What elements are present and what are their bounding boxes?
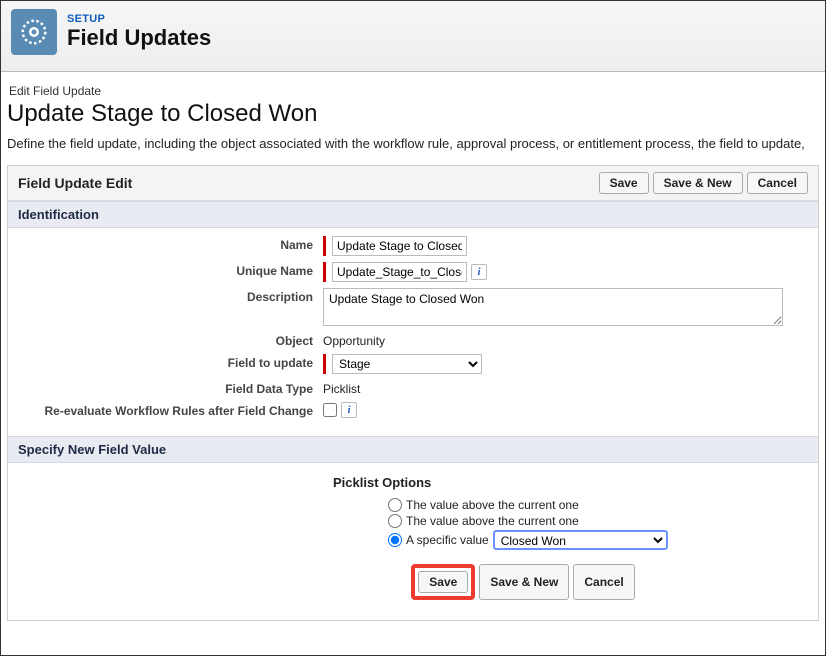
- gear-tile: [11, 9, 57, 55]
- radio-above-1-label: The value above the current one: [406, 498, 579, 512]
- row-reevaluate: Re-evaluate Workflow Rules after Field C…: [18, 402, 808, 418]
- required-bar: [323, 262, 326, 282]
- gear-icon: [19, 17, 49, 47]
- label-unique-name: Unique Name: [18, 262, 323, 278]
- setup-label: SETUP: [67, 13, 211, 25]
- row-unique-name: Unique Name i: [18, 262, 808, 282]
- save-new-button-bottom[interactable]: Save & New: [479, 564, 569, 600]
- info-icon[interactable]: i: [341, 402, 357, 418]
- page-body: Edit Field Update Update Stage to Closed…: [1, 72, 825, 627]
- info-icon[interactable]: i: [471, 264, 487, 280]
- radio-above-2-label: The value above the current one: [406, 514, 579, 528]
- save-new-button-top[interactable]: Save & New: [653, 172, 743, 194]
- header-title: Field Updates: [67, 25, 211, 51]
- row-field-data-type: Field Data Type Picklist: [18, 380, 808, 396]
- identification-form: Name Unique Name i Description: [8, 228, 818, 436]
- radio-above-2[interactable]: [388, 514, 402, 528]
- label-field-data-type: Field Data Type: [18, 380, 323, 396]
- section-specify: Specify New Field Value: [8, 436, 818, 463]
- bottom-button-row: Save Save & New Cancel: [238, 564, 808, 600]
- breadcrumb: Edit Field Update: [7, 84, 819, 98]
- radio-specific[interactable]: [388, 533, 402, 547]
- object-value: Opportunity: [323, 332, 385, 348]
- section-identification: Identification: [8, 201, 818, 228]
- radio-row-above1: The value above the current one: [388, 498, 808, 512]
- radio-above-1[interactable]: [388, 498, 402, 512]
- app-frame: SETUP Field Updates Edit Field Update Up…: [0, 0, 826, 656]
- row-name: Name: [18, 236, 808, 256]
- top-button-row: Save Save & New Cancel: [599, 172, 808, 194]
- cancel-button-top[interactable]: Cancel: [747, 172, 808, 194]
- specific-value-select[interactable]: Closed Won: [493, 530, 668, 550]
- label-name: Name: [18, 236, 323, 252]
- row-field-to-update: Field to update Stage: [18, 354, 808, 374]
- unique-name-input[interactable]: [332, 262, 467, 282]
- row-object: Object Opportunity: [18, 332, 808, 348]
- save-button-top[interactable]: Save: [599, 172, 649, 194]
- required-bar: [323, 236, 326, 256]
- row-description: Description: [18, 288, 808, 326]
- description-textarea[interactable]: [323, 288, 783, 326]
- cancel-button-bottom[interactable]: Cancel: [573, 564, 634, 600]
- specify-form: Picklist Options The value above the cur…: [8, 463, 818, 620]
- reevaluate-checkbox[interactable]: [323, 403, 337, 417]
- label-description: Description: [18, 288, 323, 304]
- field-to-update-select[interactable]: Stage: [332, 354, 482, 374]
- radio-row-above2: The value above the current one: [388, 514, 808, 528]
- save-button-bottom[interactable]: Save: [418, 571, 468, 593]
- save-highlight: Save: [411, 564, 475, 600]
- name-input[interactable]: [332, 236, 467, 256]
- label-reevaluate: Re-evaluate Workflow Rules after Field C…: [18, 402, 323, 418]
- radio-specific-label: A specific value: [406, 533, 489, 547]
- field-data-type-value: Picklist: [323, 380, 360, 396]
- label-field-to-update: Field to update: [18, 354, 323, 370]
- header-text: SETUP Field Updates: [67, 13, 211, 51]
- picklist-options-heading: Picklist Options: [333, 475, 808, 490]
- radio-row-specific: A specific value Closed Won: [388, 530, 808, 550]
- label-object: Object: [18, 332, 323, 348]
- panel-header: Field Update Edit Save Save & New Cancel: [8, 166, 818, 201]
- page-description: Define the field update, including the o…: [7, 136, 819, 151]
- page-header: SETUP Field Updates: [1, 1, 825, 72]
- panel-title: Field Update Edit: [18, 175, 132, 191]
- edit-panel: Field Update Edit Save Save & New Cancel…: [7, 165, 819, 621]
- required-bar: [323, 354, 326, 374]
- page-title: Update Stage to Closed Won: [7, 100, 819, 128]
